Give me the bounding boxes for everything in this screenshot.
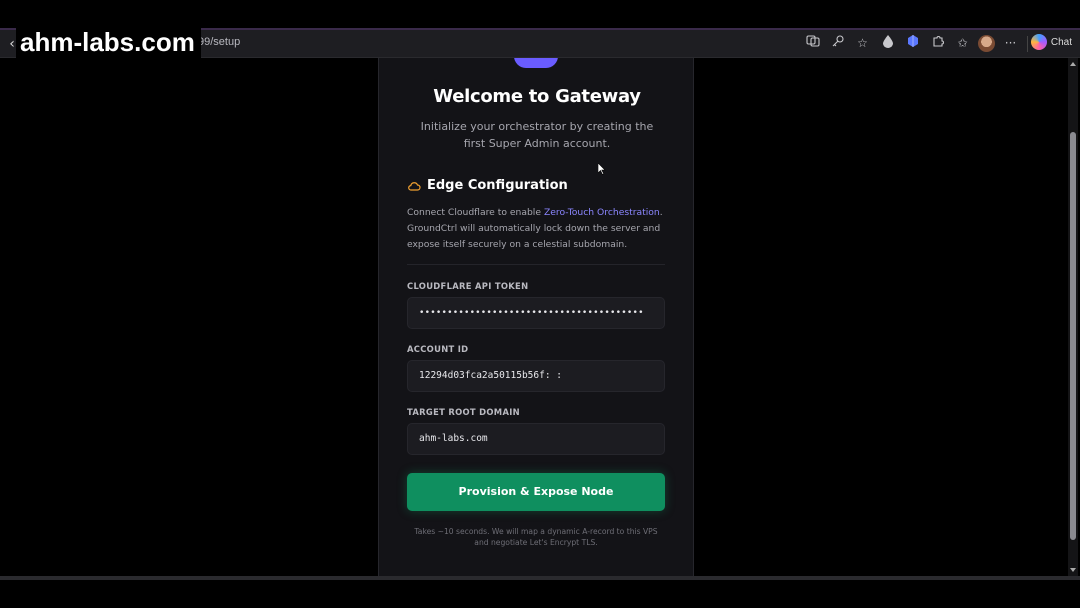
extension-blue-icon[interactable] — [903, 34, 922, 53]
more-icon[interactable]: ··· — [1001, 34, 1020, 53]
section-title: Edge Configuration — [427, 178, 568, 193]
vertical-scrollbar[interactable] — [1068, 58, 1078, 576]
desc-prefix: Connect Cloudflare to enable — [407, 207, 544, 218]
page-subtitle: Initialize your orchestrator by creating… — [420, 120, 654, 150]
scroll-up-icon[interactable] — [1070, 62, 1076, 66]
logo-badge — [514, 58, 558, 68]
chat-label: Chat — [1050, 36, 1072, 48]
puzzle-icon[interactable] — [928, 34, 947, 53]
copilot-icon — [1030, 34, 1047, 50]
account-id-input[interactable]: 12294d03fca2a50115b56f: : — [407, 360, 665, 392]
toolbar-icons: ☆ ✩ ··· — [803, 34, 1020, 53]
watermark-logo: ahm-labs.com — [16, 28, 201, 58]
api-token-input[interactable]: •••••••••••••••••••••••••••••••••••••••• — [407, 297, 665, 329]
setup-card: Welcome to Gateway Initialize your orche… — [378, 58, 694, 576]
provision-note: Takes ~10 seconds. We will map a dynamic… — [414, 527, 658, 547]
profile-avatar[interactable] — [978, 35, 995, 52]
scrollbar-thumb[interactable] — [1070, 132, 1076, 540]
section-header: Edge Configuration — [407, 178, 568, 193]
zero-touch-link[interactable]: Zero-Touch Orchestration — [544, 207, 660, 218]
star-icon[interactable]: ☆ — [853, 34, 872, 53]
window-bottom-border — [0, 576, 1080, 580]
key-icon[interactable] — [828, 34, 847, 53]
droplet-icon[interactable] — [878, 34, 897, 53]
section-divider — [407, 264, 665, 265]
scroll-down-icon[interactable] — [1070, 568, 1076, 572]
mouse-cursor-icon — [598, 163, 606, 175]
page-viewport: Welcome to Gateway Initialize your orche… — [4, 58, 1068, 576]
address-bar-url[interactable]: 99/setup — [198, 36, 240, 48]
root-domain-input[interactable]: ahm-labs.com — [407, 423, 665, 455]
provision-button[interactable]: Provision & Expose Node — [407, 473, 665, 511]
root-domain-label: TARGET ROOT DOMAIN — [407, 407, 520, 417]
screen: ‹ ahm-labs.com 99/setup ☆ ✩ ··· Chat Wel… — [0, 0, 1080, 608]
cloud-icon — [408, 181, 421, 191]
translate-icon[interactable] — [803, 34, 822, 53]
toolbar-separator — [1027, 36, 1028, 52]
favorites-icon[interactable]: ✩ — [953, 34, 972, 53]
page-title: Welcome to Gateway — [433, 86, 641, 107]
api-token-label: CLOUDFLARE API TOKEN — [407, 281, 529, 291]
account-id-label: ACCOUNT ID — [407, 344, 469, 354]
chat-button[interactable]: Chat — [1030, 34, 1072, 50]
section-description: Connect Cloudflare to enable Zero-Touch … — [407, 205, 669, 253]
